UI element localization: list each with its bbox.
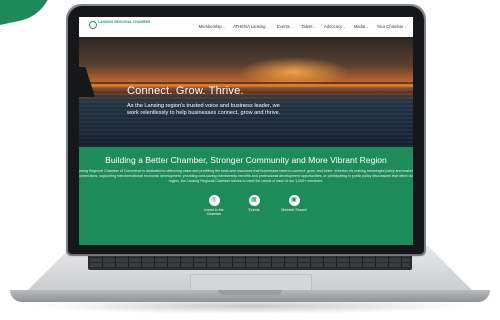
keyboard-row xyxy=(90,258,410,262)
nav-item-label: Membership xyxy=(198,24,222,29)
card-label: Member Search xyxy=(281,208,307,212)
chevron-down-icon: ⌄ xyxy=(404,24,407,29)
nav-item-label: Your Chamber xyxy=(376,24,404,29)
nav-item-advocacy[interactable]: Advocacy ⌄ xyxy=(324,24,346,29)
hero-title: Connect. Grow. Thrive. xyxy=(127,85,244,97)
calendar-icon: ▦ xyxy=(248,195,260,206)
nav-item-label: Talent xyxy=(301,24,313,29)
about-section: Building a Better Chamber, Stronger Comm… xyxy=(79,147,413,245)
nav-item-events[interactable]: Events ⌄ xyxy=(277,24,293,29)
member-search-link[interactable]: ▣ Member Search xyxy=(279,195,309,217)
laptop-notch xyxy=(218,290,282,295)
nav-item-media[interactable]: Media ⌄ xyxy=(354,24,369,29)
chevron-down-icon: ⌄ xyxy=(343,24,346,29)
nav-item-membership[interactable]: Membership ⌄ xyxy=(199,24,226,29)
hero-banner: Connect. Grow. Thrive. As the Lansing re… xyxy=(79,37,413,147)
logo-mark-icon xyxy=(89,21,97,29)
chevron-down-icon: ⌄ xyxy=(290,24,294,29)
card-label: Events xyxy=(248,208,260,212)
quick-links: ◎ Invest in the Chamber ▦ Events ▣ Membe… xyxy=(199,195,309,217)
nav-item-label: Events xyxy=(277,24,290,29)
invest-icon: ◎ xyxy=(208,195,220,206)
nav-item-talent[interactable]: Talent ⌄ xyxy=(301,24,316,29)
laptop-mockup: LANSING REGIONAL CHAMBER Membership ⌄ ATH… xyxy=(0,0,500,320)
chevron-down-icon: ⌄ xyxy=(222,24,226,29)
nav-item-label: Advocacy xyxy=(324,24,343,29)
member-search-icon: ▣ xyxy=(288,195,300,206)
horizon-line xyxy=(79,82,413,84)
nav-item-label: Media xyxy=(353,24,366,29)
site-nav: LANSING REGIONAL CHAMBER Membership ⌄ ATH… xyxy=(79,17,413,38)
laptop-screen: LANSING REGIONAL CHAMBER Membership ⌄ ATH… xyxy=(79,17,413,245)
about-title: Building a Better Chamber, Stronger Comm… xyxy=(105,155,387,165)
logo-text: LANSING REGIONAL CHAMBER xyxy=(98,20,151,24)
chevron-down-icon: ⌄ xyxy=(266,24,269,29)
nav-item-label: ATHENA Lansing xyxy=(233,24,266,29)
card-label: Invest in the Chamber xyxy=(204,208,224,217)
invest-link[interactable]: ◎ Invest in the Chamber xyxy=(199,195,229,217)
site-logo[interactable]: LANSING REGIONAL CHAMBER xyxy=(89,20,150,33)
chevron-down-icon: ⌄ xyxy=(366,24,369,29)
events-link[interactable]: ▦ Events xyxy=(239,195,269,217)
nav-item-athena[interactable]: ATHENA Lansing ⌄ xyxy=(233,24,269,29)
chevron-down-icon: ⌄ xyxy=(313,24,317,29)
about-text: Lansing Regional Chamber of Commerce is … xyxy=(79,169,413,183)
keyboard-row xyxy=(90,263,410,267)
nav-menu: Membership ⌄ ATHENA Lansing ⌄ Events ⌄ Tale… xyxy=(199,24,407,29)
nav-item-your-chamber[interactable]: Your Chamber ⌄ xyxy=(377,24,407,29)
hero-text: As the Lansing region's trusted voice an… xyxy=(127,103,281,117)
